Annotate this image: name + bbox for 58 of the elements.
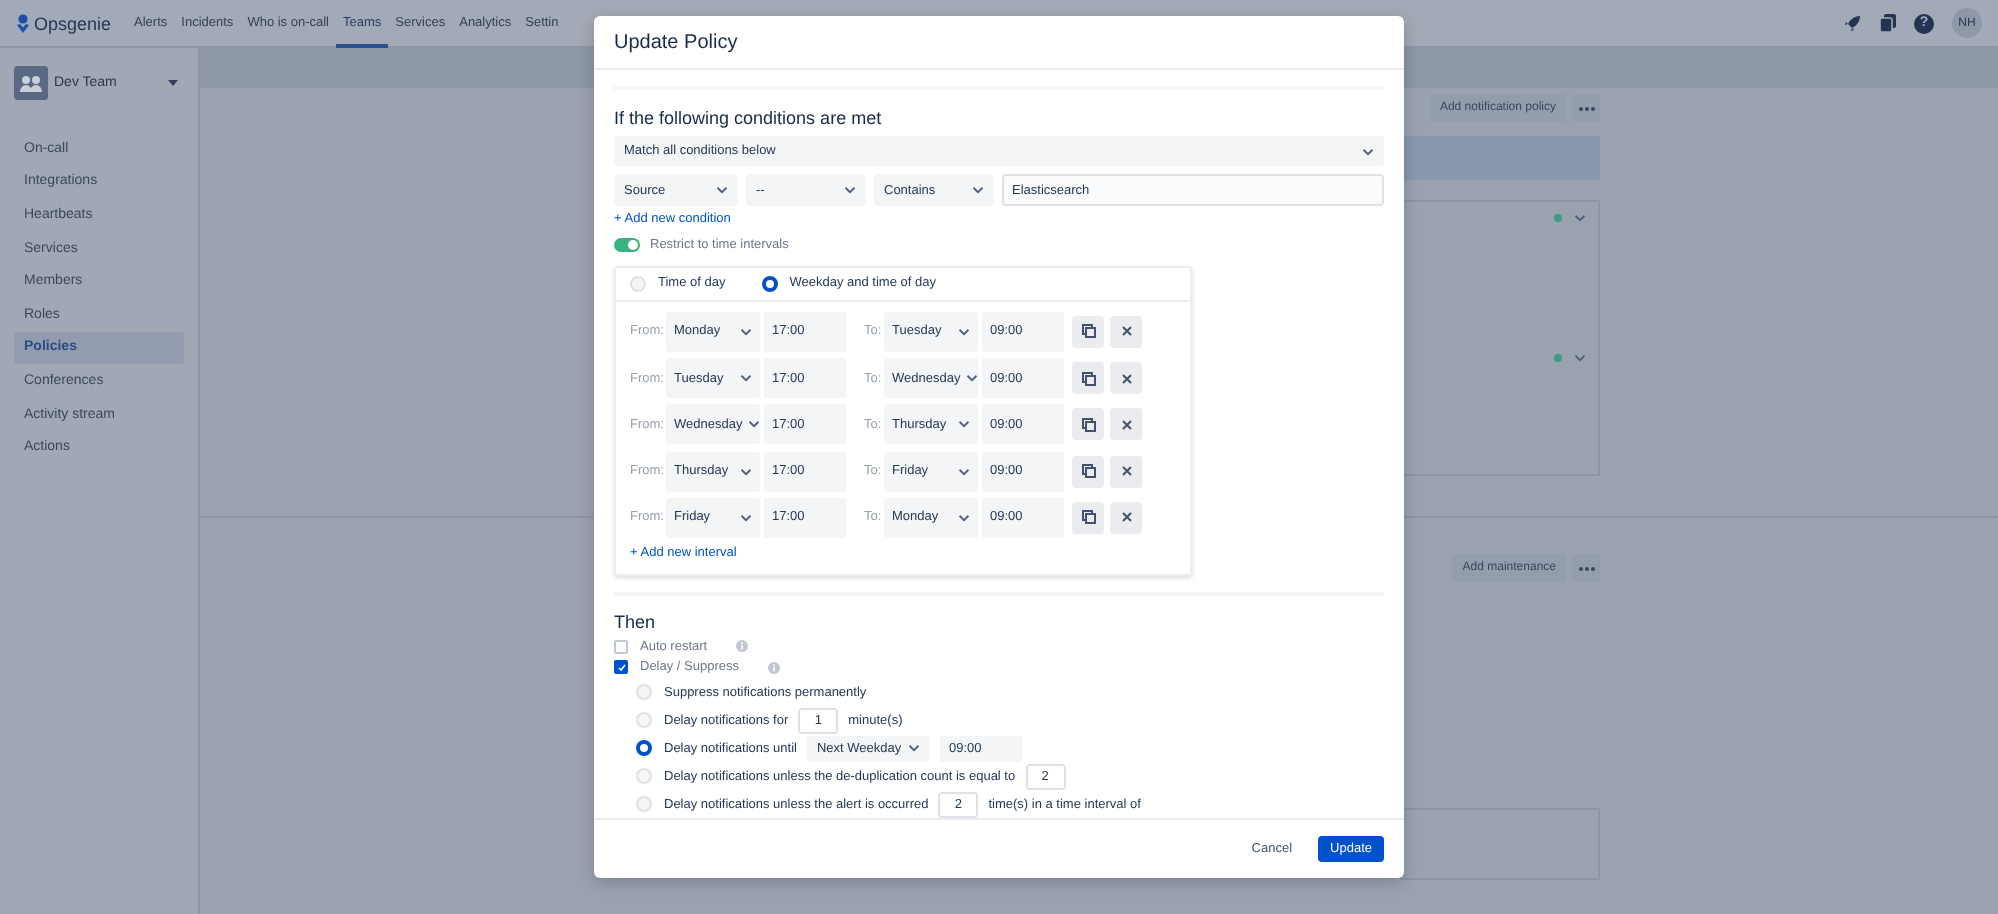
chevron-icon [958, 467, 970, 476]
rocket-icon[interactable] [1844, 14, 1862, 32]
remove-button[interactable] [1110, 362, 1142, 395]
chevron-icon [740, 467, 752, 476]
chevron-icon [716, 186, 728, 195]
close-icon [1121, 419, 1131, 430]
logo-icon [16, 13, 30, 33]
stack-icon[interactable] [1880, 14, 1896, 32]
copy-button[interactable] [1072, 362, 1104, 395]
copy-button[interactable] [1072, 408, 1104, 441]
radio-button[interactable] [761, 275, 778, 292]
chevron-icon [972, 186, 984, 195]
status-dot [1554, 214, 1562, 222]
remove-button[interactable] [1110, 501, 1142, 534]
checkbox[interactable] [614, 660, 628, 675]
copy-icon [1081, 417, 1095, 432]
chevron-icon [958, 513, 970, 522]
more-button[interactable] [1572, 94, 1600, 122]
chevron-icon [1574, 214, 1586, 222]
close-icon [1121, 512, 1131, 523]
copy-button[interactable] [1072, 501, 1104, 534]
toggle-switch[interactable] [614, 238, 640, 253]
more-button[interactable] [1572, 554, 1600, 582]
remove-button[interactable] [1110, 315, 1142, 348]
chevron-icon [748, 420, 761, 429]
chevron-icon [958, 420, 970, 429]
close-icon [1121, 466, 1131, 477]
section-heading: If the following conditions are met [614, 105, 884, 132]
status-dot [1554, 354, 1562, 362]
section-heading: Then [614, 609, 658, 636]
remove-button[interactable] [1110, 455, 1142, 488]
team-icon [14, 66, 48, 100]
chevron-icon [908, 744, 921, 753]
copy-icon [1081, 371, 1095, 386]
chevron-icon [958, 327, 970, 336]
copy-button[interactable] [1072, 315, 1104, 348]
chevron-icon [740, 327, 752, 336]
more-icon [1577, 105, 1595, 111]
close-icon [1121, 373, 1131, 384]
chevron-icon [740, 374, 752, 383]
close-icon [1121, 326, 1131, 337]
chevron-icon [1574, 354, 1586, 362]
logo[interactable]: Opsgenie [16, 13, 112, 33]
copy-icon [1081, 464, 1095, 479]
radio-button[interactable] [636, 740, 652, 757]
caret-icon[interactable] [168, 80, 178, 86]
copy-button[interactable] [1072, 455, 1104, 488]
remove-button[interactable] [1110, 408, 1142, 441]
chevron-icon [740, 513, 752, 522]
logo-text: Opsgenie [34, 13, 112, 33]
more-icon [1577, 565, 1595, 571]
copy-icon [1081, 510, 1095, 525]
copy-icon [1081, 324, 1095, 339]
chevron-icon [966, 374, 979, 383]
chevron-icon [844, 186, 856, 195]
chevron-icon [1362, 147, 1374, 155]
checkbox[interactable] [614, 639, 628, 654]
dialog-title: Update Policy [614, 31, 738, 53]
